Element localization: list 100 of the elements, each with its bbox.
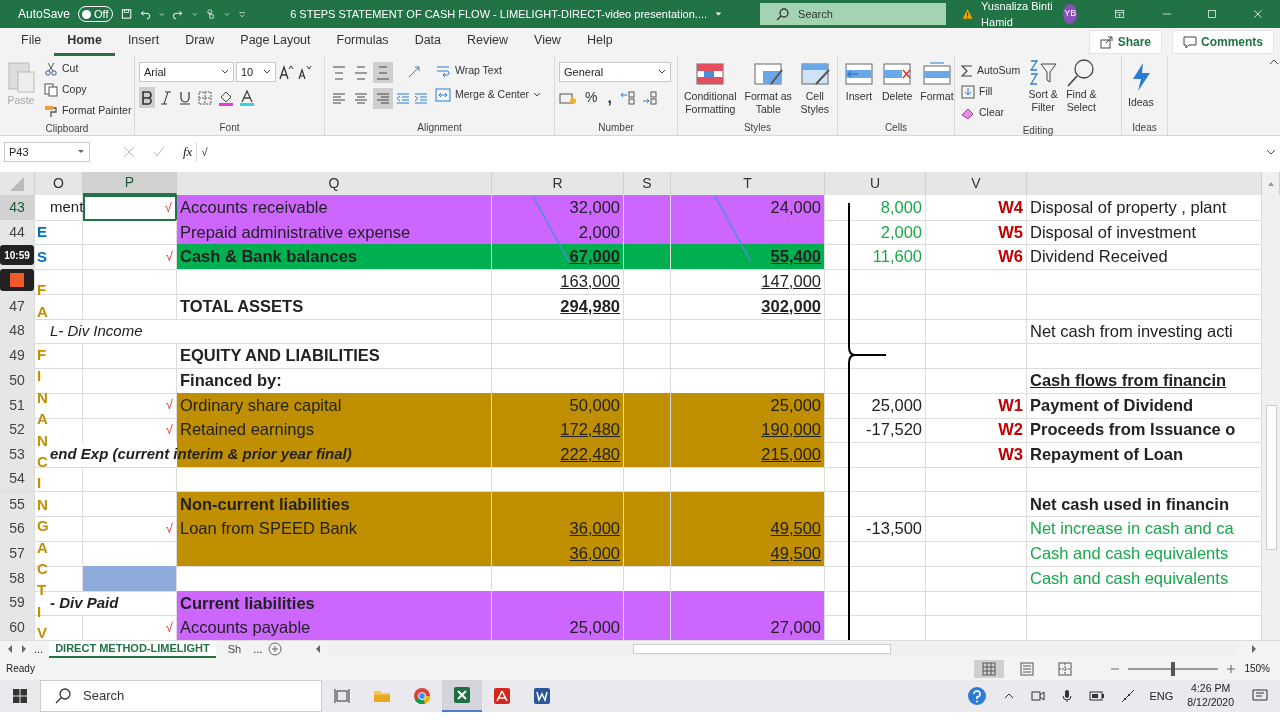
row-header[interactable]: 53	[0, 442, 35, 468]
table-cell: 222,480	[492, 442, 624, 468]
row-header[interactable]: 48	[0, 318, 35, 345]
merge-center-button[interactable]: Merge & Center	[433, 84, 544, 105]
copy-button[interactable]: Copy	[42, 79, 134, 100]
table-cell: W1	[926, 392, 1027, 419]
cut-button[interactable]: Cut	[42, 58, 134, 79]
table-cell: W5	[926, 219, 1027, 246]
table-cell: Cash and cash equivalents	[1027, 541, 1262, 567]
ribbon-tab[interactable]: Insert	[114, 28, 173, 56]
table-cell: -13,500	[825, 516, 926, 543]
more-sheets[interactable]: ...	[253, 641, 263, 658]
table-cell: Proceeds from Issuance o	[1027, 417, 1262, 444]
ribbon-tab[interactable]: View	[521, 28, 574, 56]
wrap-text-button[interactable]: Wrap Text	[433, 60, 544, 81]
table-cell: Net increase in cash and ca	[1027, 516, 1262, 543]
table-cell: Disposal of investment	[1027, 219, 1262, 246]
percent-button[interactable]: %	[583, 87, 600, 108]
ribbon-tab[interactable]: Help	[573, 28, 626, 56]
delete-cells-button[interactable]: Delete	[880, 58, 915, 120]
table-cell: Loan from SPEED Bank	[177, 516, 492, 543]
table-cell: Disposal of property , plant	[1027, 195, 1262, 221]
user-name: Yusnaliza Binti Hamid	[981, 0, 1054, 30]
insert-cells-button[interactable]: Insert	[842, 58, 876, 120]
table-cell: Cash & Bank balances	[177, 244, 492, 271]
table-cell: 49,500	[671, 516, 825, 543]
row-header[interactable]: 50	[0, 368, 35, 394]
table-cell: ment	[35, 195, 83, 221]
ribbon-tab[interactable]: Draw	[172, 28, 228, 56]
table-cell: 36,000	[492, 541, 624, 567]
table-cell: Dividend Received	[1027, 244, 1262, 271]
row-header[interactable]: 60	[0, 615, 35, 641]
table-cell: W3	[926, 442, 1027, 468]
format-cells-button[interactable]: Format	[918, 58, 956, 120]
row-header[interactable]: 57	[0, 541, 35, 567]
ideas-button[interactable]: Ideas	[1126, 58, 1156, 120]
row-header[interactable]: 49	[0, 343, 35, 370]
table-cell: 55,400	[671, 244, 825, 271]
column-header[interactable]: V	[926, 172, 1027, 195]
comments-button[interactable]: Comments	[1172, 30, 1274, 54]
group-label: Editing	[1021, 124, 1055, 138]
row-header[interactable]: 56	[0, 516, 35, 543]
column-header[interactable]: U	[825, 172, 926, 195]
format-painter-button[interactable]: Format Painter	[42, 100, 134, 121]
ribbon-tab[interactable]: Formulas	[323, 28, 402, 56]
row-header[interactable]: 54	[0, 466, 35, 492]
row-header[interactable]: 55	[0, 491, 35, 518]
table-cell: Retained earnings	[177, 417, 492, 444]
zoom-level[interactable]: 150%	[1244, 661, 1270, 677]
table-cell[interactable]: √	[83, 195, 177, 221]
sheet-tab[interactable]: Sh	[221, 640, 248, 659]
font-size-field[interactable]: 10	[236, 62, 276, 82]
conditional-styles-button[interactable]: Conditional Formatting	[682, 58, 739, 120]
language-indicator[interactable]: ENG	[1149, 687, 1174, 705]
table-styles-button[interactable]: Format as Table	[742, 58, 794, 120]
table-cell: Payment of Dividend	[1027, 392, 1262, 419]
taskbar-search-field[interactable]: Search	[40, 679, 322, 712]
recording-timer: 10:59	[0, 245, 34, 265]
row-header[interactable]: 59	[0, 590, 35, 617]
table-cell: 163,000	[492, 269, 624, 295]
share-button[interactable]: Share	[1088, 30, 1162, 54]
document-title: 6 STEPS STATEMENT OF CASH FLOW - LIMELIGHT-DIRECT-video presentation....	[290, 6, 708, 22]
row-header[interactable]: 58	[0, 565, 35, 592]
group-label: Font	[218, 121, 241, 135]
ribbon-tab[interactable]: Data	[401, 28, 455, 56]
more-sheets[interactable]: ...	[34, 641, 44, 658]
clock-time[interactable]: 4:26 PM	[1191, 682, 1231, 696]
ribbon-tab[interactable]: File	[8, 28, 55, 56]
table-cell: Cash flows from financin	[1027, 368, 1262, 394]
autosum-button[interactable]: AutoSum	[959, 60, 1023, 81]
comma-button[interactable]: ,	[605, 87, 614, 108]
user-avatar[interactable]: YB	[1063, 4, 1078, 24]
name-box[interactable]: P43	[4, 142, 90, 162]
table-cell: Ordinary share capital	[177, 392, 492, 419]
table-cell: 2,000	[825, 219, 926, 246]
row-header[interactable]: 47	[0, 293, 35, 320]
number-format-field[interactable]: General	[559, 62, 671, 82]
group-label: Number	[597, 121, 635, 135]
search-field[interactable]: Search	[760, 3, 946, 25]
table-cell: Repayment of Loan	[1027, 442, 1262, 468]
column-header[interactable]: P	[83, 172, 177, 195]
row-header[interactable]: 44	[0, 219, 35, 246]
ribbon-tab[interactable]: Page Layout	[227, 28, 324, 56]
insert-function-button[interactable]: fx	[183, 142, 193, 162]
font-name-field[interactable]: Arial	[139, 62, 234, 82]
table-cell: 25,000	[492, 615, 624, 641]
row-header[interactable]: 52	[0, 417, 35, 444]
row-header[interactable]: 43	[0, 195, 35, 221]
fill-button[interactable]: Fill	[959, 81, 1023, 102]
table-cell: 25,000	[825, 392, 926, 419]
table-cell: 172,480	[492, 417, 624, 444]
clock-date[interactable]: 8/12/2020	[1187, 695, 1234, 710]
vertical-label: ES	[37, 222, 48, 267]
sort-filter-button[interactable]: Sort & Filter	[1026, 58, 1061, 123]
cell-styles-button[interactable]: Cell Styles	[797, 58, 832, 120]
row-header[interactable]: 51	[0, 392, 35, 419]
table-cell: 27,000	[671, 615, 825, 641]
find-select-button[interactable]: Find & Select	[1064, 58, 1099, 123]
clear-button[interactable]: Clear	[959, 102, 1023, 123]
ribbon-tab[interactable]: Review	[454, 28, 522, 56]
